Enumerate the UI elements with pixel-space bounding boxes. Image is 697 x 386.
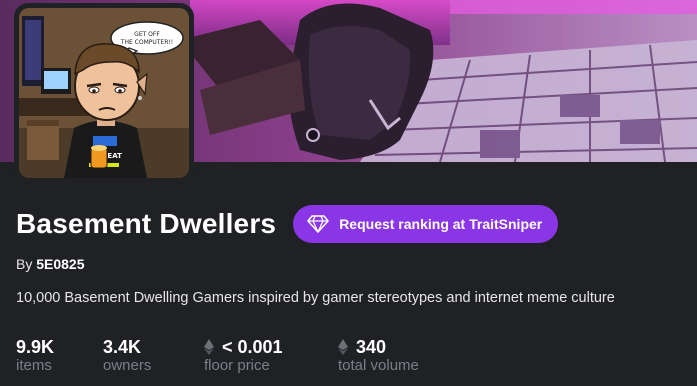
svg-text:GET OFF: GET OFF — [134, 31, 160, 38]
stat-label: items — [16, 357, 52, 374]
diamond-icon — [307, 215, 329, 233]
stat-value: < 0.001 — [222, 337, 283, 357]
collection-title: Basement Dwellers — [16, 208, 277, 239]
request-ranking-button[interactable]: Request ranking at TraitSniper — [293, 205, 559, 243]
svg-text:THE COMPUTER!!: THE COMPUTER!! — [120, 39, 173, 46]
stat-total-volume: 340 total volume — [338, 337, 419, 375]
by-prefix: By — [16, 256, 33, 272]
stat-value: 340 — [356, 337, 387, 357]
creator-byline: By 5E0825 — [16, 256, 85, 272]
stat-label: total volume — [338, 357, 419, 374]
creator-link[interactable]: 5E0825 — [36, 256, 84, 272]
stat-owners: 3.4K owners — [103, 337, 187, 375]
stat-value: 3.4K — [103, 337, 142, 357]
stat-value: 9.9K — [16, 337, 55, 357]
request-ranking-label: Request ranking at TraitSniper — [339, 216, 543, 232]
stat-floor-price: < 0.001 floor price — [204, 337, 322, 375]
collection-description: 10,000 Basement Dwelling Gamers inspired… — [16, 290, 615, 306]
stat-label: owners — [103, 357, 152, 374]
stat-label: floor price — [204, 357, 270, 374]
eth-icon — [338, 339, 348, 355]
collection-avatar: GET OFF THE COMPUTER!! REPEAT — [14, 3, 194, 183]
stat-items: 9.9K items — [16, 337, 86, 375]
eth-icon — [204, 339, 214, 355]
collection-stats: 9.9K items 3.4K owners < 0.001 floor pri… — [16, 337, 453, 375]
